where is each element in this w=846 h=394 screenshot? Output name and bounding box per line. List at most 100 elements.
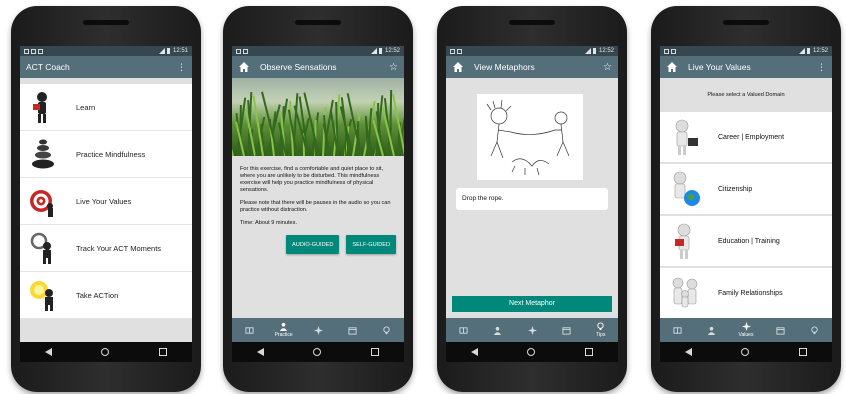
next-metaphor-button[interactable]: Next Metaphor [452,296,612,312]
tab-values[interactable] [515,318,549,342]
book-icon [673,326,682,334]
phone-3: 12:52 View Metaphors ☆ Drop the rope. Ne… [437,6,627,392]
recents-icon[interactable] [799,348,808,356]
notification-icon [236,48,241,54]
back-icon[interactable] [470,348,478,356]
domain-item-family[interactable]: Family Relationships [660,268,832,318]
compass-icon [527,325,537,335]
tab-learn[interactable] [232,318,266,342]
home-circle-icon[interactable] [313,348,322,356]
metaphor-text: Drop the rope. [462,195,504,202]
battery-icon [378,48,382,54]
exercise-description: For this exercise, find a comfortable an… [240,166,384,193]
tab-learn[interactable] [660,318,694,342]
recents-icon[interactable] [371,348,380,356]
back-icon[interactable] [44,348,52,356]
person-icon [708,326,716,335]
screen-title: View Metaphors [474,62,535,72]
signal-icon [370,48,377,54]
favorite-star-icon[interactable]: ☆ [389,62,398,73]
tab-track[interactable] [763,318,797,342]
grass-blade [232,134,234,156]
notification-icon [243,48,248,54]
bottom-tab-bar: Practice [232,318,404,342]
status-bar: 12:52 [660,46,832,56]
stones-icon [32,139,54,169]
domain-item-career[interactable]: Career | Employment [660,112,832,164]
tab-practice[interactable] [480,318,514,342]
menu-item-take-action[interactable]: Take ACTion [20,272,192,319]
home-circle-icon[interactable] [741,348,750,356]
tab-track[interactable] [335,318,369,342]
menu-item-track-act-moments[interactable]: Track Your ACT Moments [20,225,192,272]
tab-values[interactable] [301,318,335,342]
signal-icon [798,48,805,54]
tab-practice[interactable] [694,318,728,342]
bottom-tab-bar: Tips [446,318,618,342]
self-guided-button[interactable]: SELF-GUIDED [346,235,396,254]
back-icon[interactable] [684,348,692,356]
app-title: ACT Coach [26,62,70,72]
tab-label: Values [738,332,754,338]
bottom-tab-bar: Values [660,318,832,342]
app-bar: View Metaphors ☆ [446,56,618,78]
home-circle-icon[interactable] [527,348,536,356]
tab-practice[interactable]: Practice [266,318,300,342]
menu-item-practice-mindfulness[interactable]: Practice Mindfulness [20,131,192,178]
menu-item-label: Learn [76,102,96,112]
magnifier-figure-icon [30,232,51,264]
menu-item-live-your-values[interactable]: Live Your Values [20,178,192,225]
menu-item-learn[interactable]: Learn [20,84,192,131]
family-figure-icon [672,277,698,308]
more-icon[interactable]: ⋮ [817,62,826,73]
lightbulb-icon [597,322,604,331]
status-bar: 12:51 [20,46,192,56]
notification-icon [31,48,36,54]
exercise-duration: Time: About 9 minutes. [240,220,297,226]
notification-icon [450,48,455,54]
status-time: 12:51 [172,48,188,54]
domain-label: Career | Employment [718,133,785,141]
status-time: 12:52 [384,48,400,54]
menu-item-label: Practice Mindfulness [76,149,146,159]
person-icon [280,322,288,331]
domain-prompt: Please select a Valued Domain [660,78,832,112]
domain-label: Education | Training [718,237,780,245]
exercise-note: Please note that there will be pauses in… [240,200,391,213]
home-icon[interactable] [238,61,250,73]
metaphor-card: Drop the rope. [456,188,608,210]
tab-track[interactable] [549,318,583,342]
tab-tips[interactable] [370,318,404,342]
speaker [83,20,129,25]
lightbulb-icon [811,325,818,334]
recents-icon[interactable] [585,348,594,356]
values-content: Please select a Valued Domain Career | E… [660,78,832,318]
more-icon[interactable]: ⋮ [177,62,186,73]
tab-learn[interactable] [446,318,480,342]
tab-values[interactable]: Values [729,318,763,342]
main-menu: Learn Practice Mindfulness Live Your Val… [20,78,192,342]
tab-tips[interactable] [798,318,832,342]
notification-icon [671,48,676,54]
notification-icon [664,48,669,54]
status-bar: 12:52 [446,46,618,56]
home-circle-icon[interactable] [101,348,110,356]
tug-of-war-sketch [477,94,583,180]
domain-item-education[interactable]: Education | Training [660,216,832,268]
home-icon[interactable] [666,61,678,73]
back-icon[interactable] [256,348,264,356]
domain-label: Citizenship [718,185,753,193]
reading-figure-icon [675,223,691,259]
home-icon[interactable] [452,61,464,73]
android-nav-bar [20,342,192,362]
tab-tips[interactable]: Tips [584,318,618,342]
favorite-star-icon[interactable]: ☆ [603,62,612,73]
recents-icon[interactable] [159,348,168,356]
phone-2: 12:52 Observe Sensations ☆ For this exer… [223,6,413,392]
audio-guided-button[interactable]: AUDIO-GUIDED [286,235,340,254]
menu-item-label: Live Your Values [76,196,132,206]
domain-item-citizenship[interactable]: Citizenship [660,164,832,216]
status-time: 12:52 [812,48,828,54]
lightbulb-icon [383,325,390,334]
menu-item-label: Track Your ACT Moments [76,243,162,253]
